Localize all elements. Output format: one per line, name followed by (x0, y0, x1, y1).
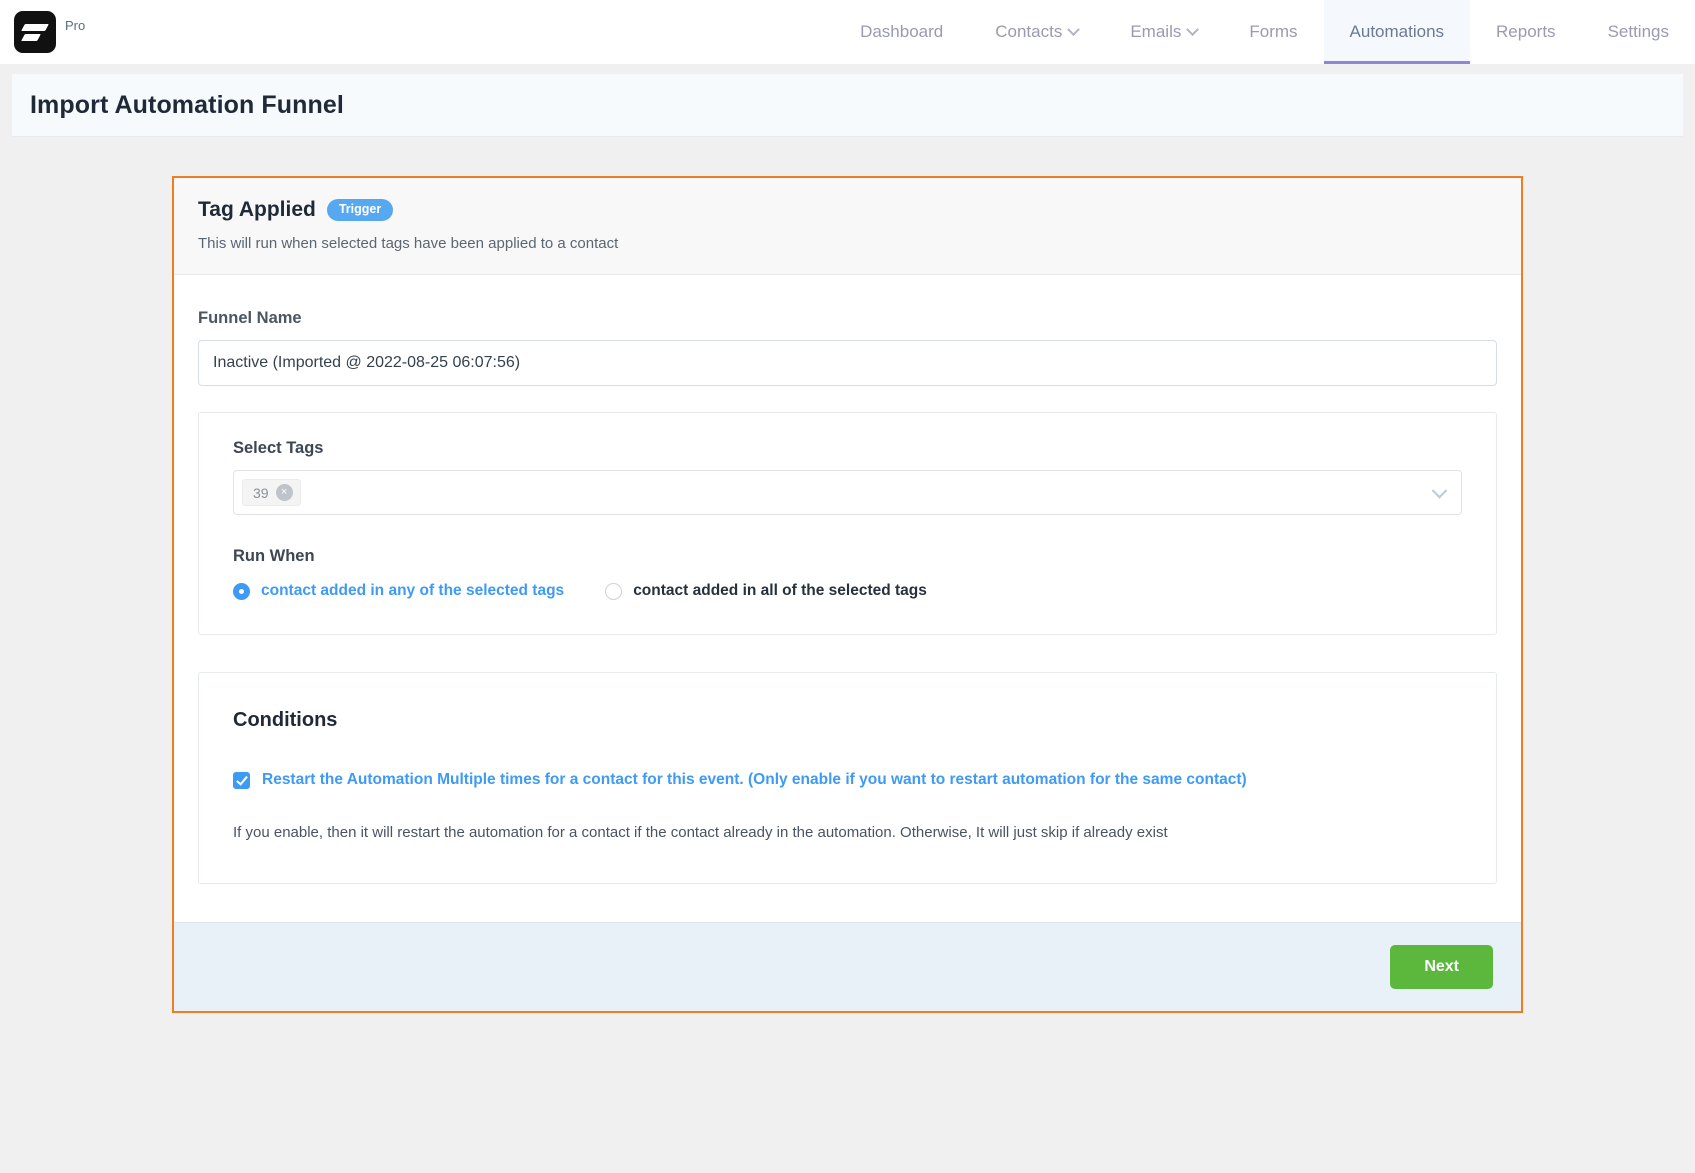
top-navigation-bar: Pro Dashboard Contacts Emails Forms Auto… (0, 0, 1695, 64)
radio-option-any[interactable]: contact added in any of the selected tag… (233, 582, 564, 600)
funnel-name-input[interactable] (198, 340, 1497, 386)
radio-option-all[interactable]: contact added in all of the selected tag… (605, 582, 927, 600)
nav-item-settings[interactable]: Settings (1582, 0, 1695, 64)
conditions-panel: Conditions Restart the Automation Multip… (198, 672, 1497, 885)
radio-label-any: contact added in any of the selected tag… (261, 582, 565, 599)
main-canvas: Tag Applied Trigger This will run when s… (0, 137, 1695, 1014)
select-tags-label: Select Tags (233, 439, 324, 457)
nav-item-contacts[interactable]: Contacts (969, 0, 1104, 64)
nav-label-dashboard: Dashboard (860, 22, 944, 41)
run-when-radio-group: contact added in any of the selected tag… (233, 582, 1462, 600)
radio-mark-any[interactable] (233, 582, 250, 600)
tag-chip-label: 39 (253, 484, 269, 501)
next-button[interactable]: Next (1390, 945, 1493, 990)
nav-label-emails: Emails (1130, 22, 1182, 41)
trigger-card-body: Funnel Name Select Tags 39 × Run When (174, 275, 1521, 894)
restart-automation-label: Restart the Automation Multiple times fo… (262, 771, 1247, 788)
radio-label-all: contact added in all of the selected tag… (633, 582, 927, 599)
radio-mark-all[interactable] (605, 582, 623, 600)
brand[interactable]: Pro (0, 0, 85, 64)
nav-label-automations: Automations (1349, 22, 1445, 41)
trigger-card: Tag Applied Trigger This will run when s… (172, 176, 1523, 1014)
nav-label-contacts: Contacts (995, 22, 1063, 41)
chevron-down-icon (1186, 22, 1200, 36)
trigger-description: This will run when selected tags have be… (198, 235, 619, 252)
tag-chip[interactable]: 39 × (242, 479, 301, 506)
restart-automation-checkbox-row[interactable]: Restart the Automation Multiple times fo… (233, 770, 1462, 790)
main-nav: Dashboard Contacts Emails Forms Automati… (834, 0, 1695, 64)
page-title: Import Automation Funnel (30, 90, 344, 119)
checkbox-restart-automation[interactable] (233, 772, 250, 789)
status-badge: Trigger (326, 199, 394, 221)
nav-label-settings: Settings (1607, 22, 1669, 41)
tags-panel: Select Tags 39 × Run When contact added … (198, 412, 1497, 635)
flow-bolt-logo-icon (14, 11, 56, 53)
nav-item-forms[interactable]: Forms (1223, 0, 1323, 64)
page-title-band: Import Automation Funnel (12, 74, 1683, 137)
brand-sub-label: Pro (65, 17, 86, 33)
conditions-help-text: If you enable, then it will restart the … (233, 824, 1168, 842)
chevron-down-icon[interactable] (1431, 482, 1448, 499)
nav-item-automations[interactable]: Automations (1323, 0, 1471, 64)
chevron-down-icon (1067, 22, 1081, 36)
select-tags-input[interactable]: 39 × (233, 470, 1462, 515)
funnel-name-label: Funnel Name (198, 309, 302, 327)
close-icon[interactable]: × (275, 484, 293, 501)
nav-item-reports[interactable]: Reports (1470, 0, 1582, 64)
page-title-band-wrapper: Import Automation Funnel (0, 64, 1695, 137)
run-when-label: Run When (233, 547, 315, 565)
nav-item-dashboard[interactable]: Dashboard (834, 0, 969, 64)
nav-item-emails[interactable]: Emails (1104, 0, 1223, 64)
trigger-title: Tag Applied (198, 198, 316, 221)
funnel-name-field-group: Funnel Name (198, 309, 1497, 386)
nav-label-reports: Reports (1496, 22, 1556, 41)
conditions-title: Conditions (233, 709, 338, 731)
trigger-card-footer: Next (174, 922, 1521, 1012)
trigger-card-header: Tag Applied Trigger This will run when s… (174, 178, 1521, 275)
nav-label-forms: Forms (1249, 22, 1298, 41)
